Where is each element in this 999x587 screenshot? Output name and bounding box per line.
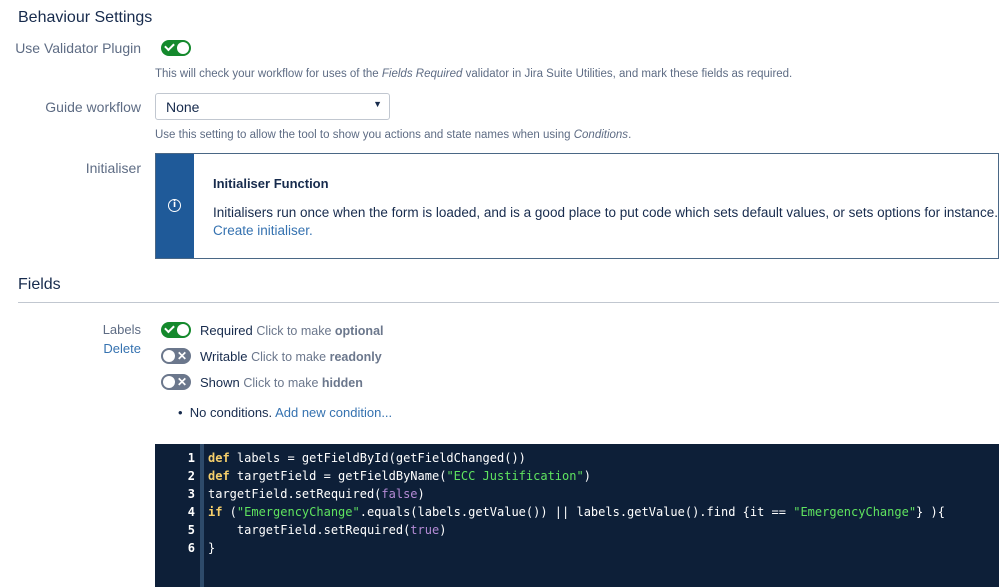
code-line: if ("EmergencyChange".equals(labels.getV… — [208, 505, 945, 519]
code-line: } — [208, 541, 216, 555]
guide-workflow-select[interactable]: None ▼ — [155, 93, 390, 120]
line-number: 1 — [187, 451, 195, 465]
line-number: 3 — [187, 487, 195, 501]
required-toggle[interactable] — [161, 322, 191, 338]
validator-toggle[interactable] — [161, 40, 191, 56]
section-title-fields: Fields — [18, 276, 61, 293]
close-icon: ✕ — [176, 349, 187, 363]
conditions-list-item: • No conditions. Add new condition... — [178, 405, 393, 420]
code-line: targetField.setRequired(true) — [208, 523, 447, 537]
create-initialiser-link[interactable]: Create initialiser. — [213, 223, 313, 238]
required-row: Required Click to make optional — [200, 323, 384, 338]
panel-text: Initialisers run once when the form is l… — [213, 205, 998, 238]
code-editor[interactable]: 1 2 3 4 5 6 def labels = getFieldById(ge… — [155, 444, 999, 587]
shown-row: Shown Click to make hidden — [200, 375, 363, 390]
line-number: 5 — [187, 523, 195, 537]
validator-label: Use Validator Plugin — [15, 40, 141, 56]
close-icon: ✕ — [176, 375, 187, 389]
shown-toggle[interactable]: ✕ — [161, 374, 191, 390]
add-condition-link[interactable]: Add new condition... — [275, 405, 392, 420]
code-line: targetField.setRequired(false) — [208, 487, 425, 501]
guide-workflow-label: Guide workflow — [45, 99, 141, 115]
code-line: def labels = getFieldById(getFieldChange… — [208, 451, 526, 465]
divider — [18, 302, 999, 303]
writable-toggle[interactable]: ✕ — [161, 348, 191, 364]
initialiser-panel: i Initialiser Function Initialisers run … — [155, 153, 999, 259]
line-number: 4 — [187, 505, 195, 519]
delete-link[interactable]: Delete — [0, 341, 141, 356]
dropdown-arrow-icon: ▼ — [373, 99, 382, 109]
line-number: 2 — [187, 469, 195, 483]
section-title-behaviour: Behaviour Settings — [18, 9, 153, 26]
check-icon — [164, 40, 175, 52]
code-line: def targetField = getFieldByName("ECC Ju… — [208, 469, 591, 483]
panel-title: Initialiser Function — [213, 176, 329, 191]
info-icon: i — [168, 199, 181, 212]
validator-description: This will check your workflow for uses o… — [155, 68, 793, 80]
initialiser-label: Initialiser — [85, 160, 141, 176]
line-number: 6 — [187, 541, 195, 555]
guide-workflow-description: Use this setting to allow the tool to sh… — [155, 129, 632, 141]
writable-row: Writable Click to make readonly — [200, 349, 382, 364]
field-name: Labels — [102, 322, 141, 337]
check-icon — [164, 322, 175, 334]
